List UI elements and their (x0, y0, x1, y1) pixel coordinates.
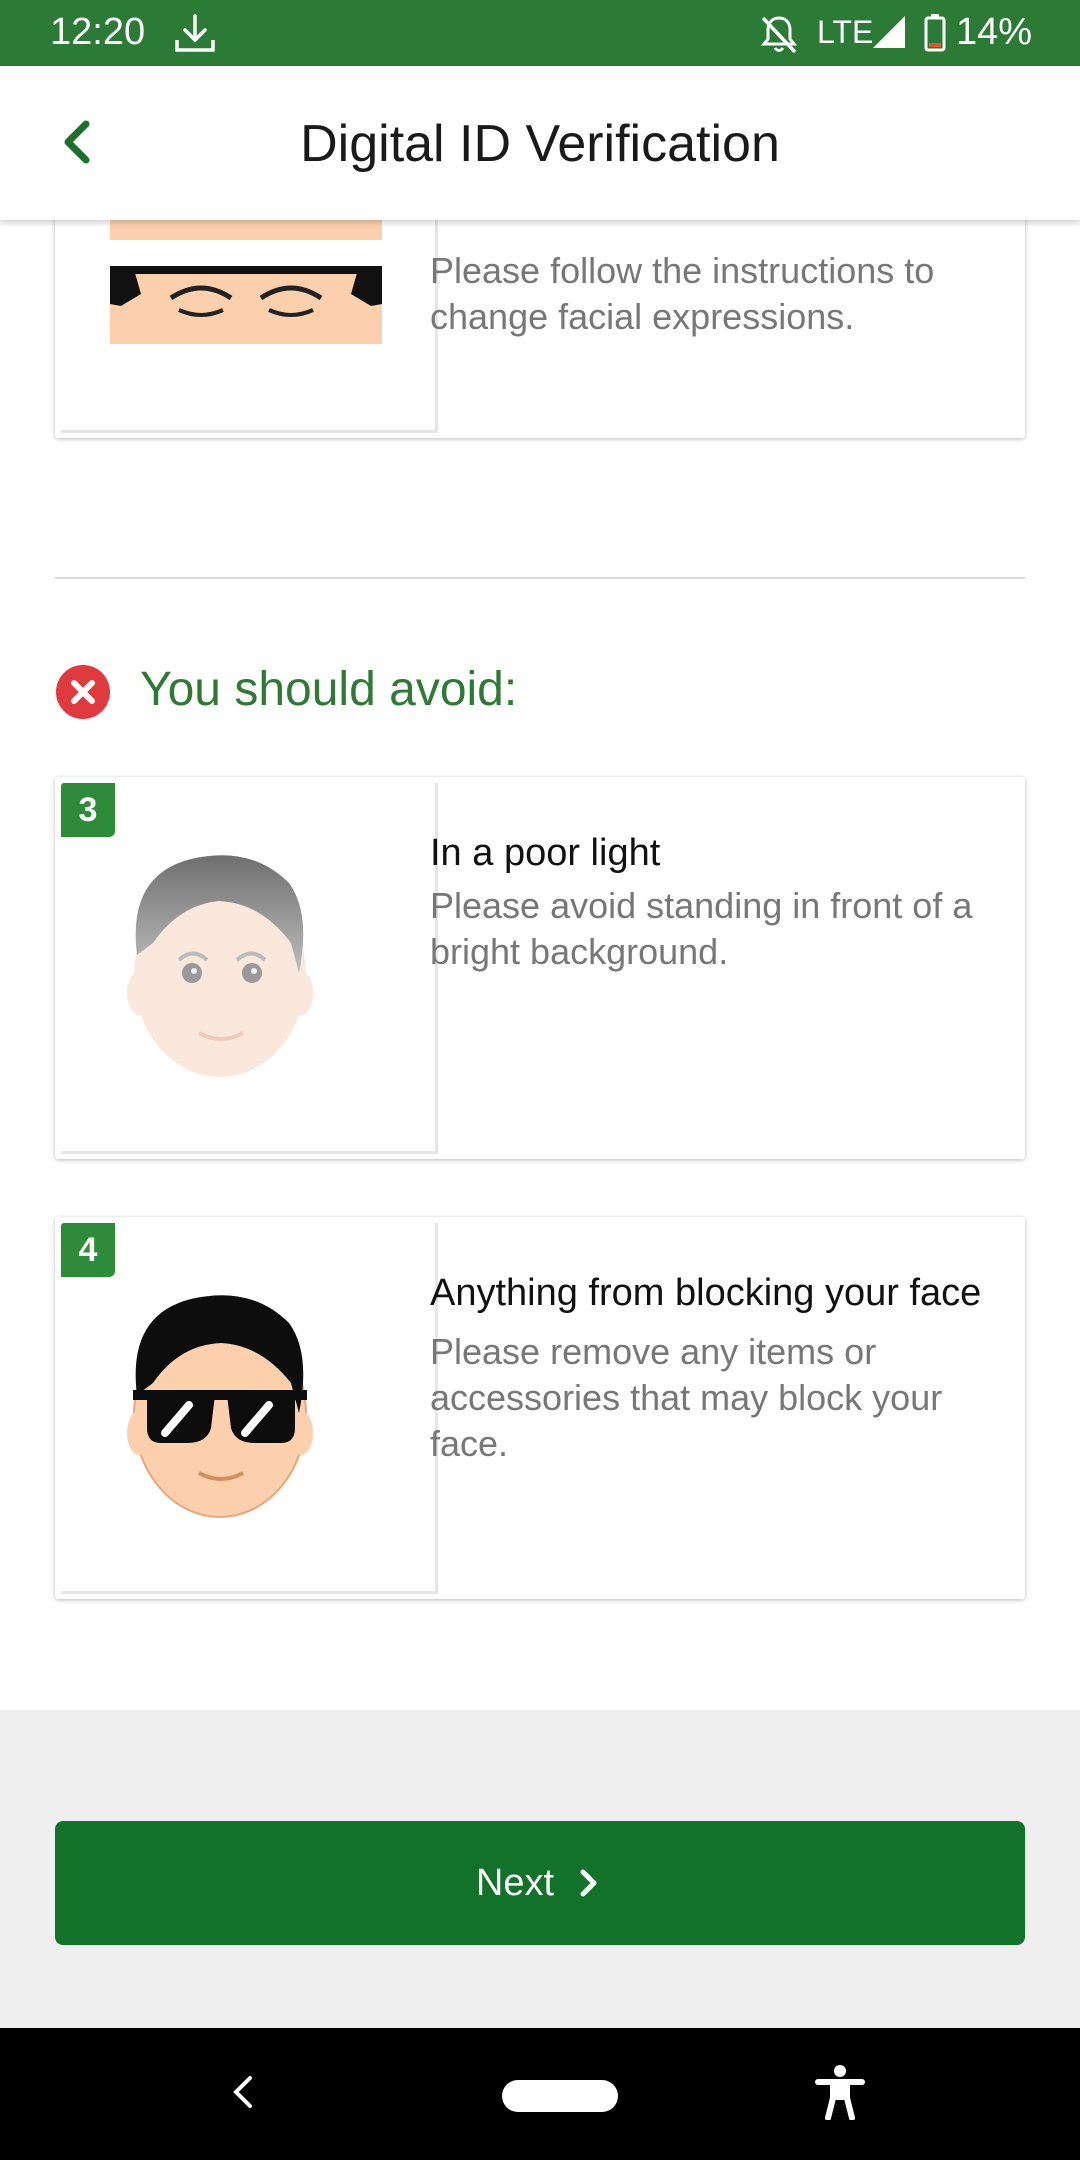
accessibility-icon[interactable] (814, 2064, 866, 2120)
status-bar: 12:20 LTE 14% (0, 0, 1080, 66)
avoid-card-blocking-face: 4 Anything from blocking your face Pleas… (55, 1217, 1025, 1599)
closed-eyes-face-icon (110, 220, 382, 344)
card-title: Anything from blocking your face (430, 1272, 982, 1314)
nav-back-button[interactable] (226, 2072, 262, 2112)
step-badge: 4 (61, 1223, 115, 1277)
step-badge: 3 (61, 783, 115, 837)
footer: Next (0, 1710, 1080, 2028)
card-illustration: 3 (61, 783, 438, 1154)
next-button[interactable]: Next (55, 1821, 1025, 1945)
card-description: Please avoid standing in front of a brig… (430, 885, 973, 972)
battery-icon (924, 14, 946, 52)
nav-home-button[interactable] (502, 2080, 618, 2112)
signal-icon (873, 16, 905, 48)
card-illustration: 4 (61, 1223, 438, 1594)
download-icon (175, 14, 215, 52)
avoid-card-poor-light: 3 In a poor light Please avoid standing … (55, 777, 1025, 1159)
scroll-content[interactable]: Please follow the instructions to change… (0, 220, 1080, 1710)
faded-face-icon (127, 855, 313, 1077)
sunglasses-face-icon (127, 1295, 313, 1518)
card-title: In a poor light (430, 832, 661, 874)
card-description: Please remove any items or accessories t… (430, 1331, 943, 1464)
section-divider (55, 577, 1025, 579)
card-illustration (61, 220, 438, 433)
network-type: LTE (817, 14, 874, 50)
error-x-icon (56, 665, 110, 719)
card-description: Please follow the instructions to change… (430, 250, 935, 337)
chevron-right-icon (580, 1869, 597, 1897)
app-bar: Digital ID Verification (0, 66, 1080, 220)
avoid-heading-label: You should avoid: (140, 663, 518, 716)
bell-off-icon (760, 16, 798, 54)
instruction-card-expressions: Please follow the instructions to change… (55, 220, 1025, 438)
next-button-label: Next (475, 1861, 555, 1904)
battery-percent: 14% (956, 11, 1033, 53)
system-nav-bar (0, 2028, 1080, 2160)
status-time: 12:20 (50, 11, 146, 53)
page-title: Digital ID Verification (300, 115, 780, 173)
